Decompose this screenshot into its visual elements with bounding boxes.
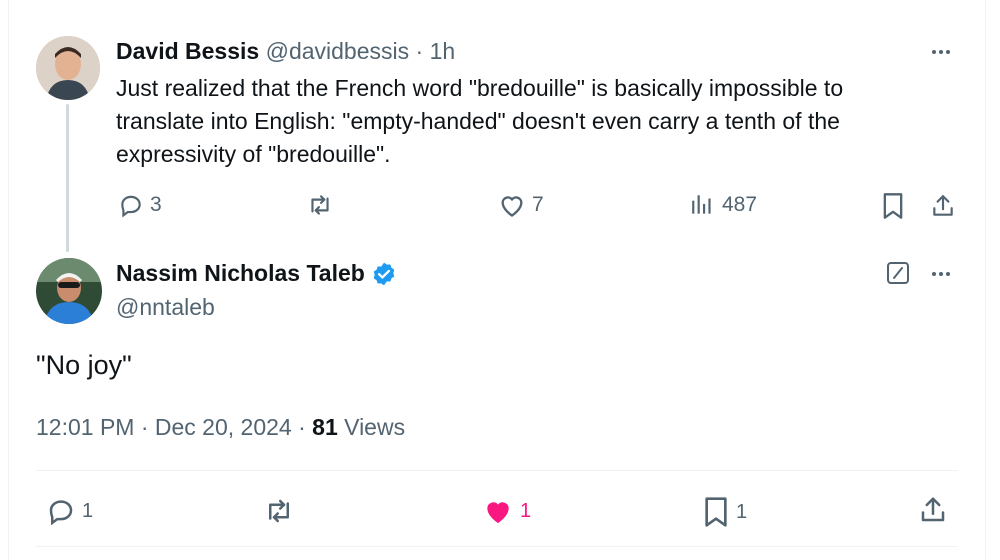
views-icon	[692, 195, 711, 214]
views-count: 487	[722, 193, 758, 216]
divider	[36, 546, 958, 547]
author-name[interactable]: David Bessis	[116, 38, 259, 64]
divider	[36, 470, 958, 471]
views-count: 81	[312, 414, 338, 440]
avatar-nntaleb[interactable]	[36, 258, 102, 324]
bookmark-count: 1	[736, 500, 748, 523]
author-name[interactable]: Nassim Nicholas Taleb	[116, 260, 365, 287]
reply-count: 1	[82, 499, 94, 522]
thread-connector-line	[66, 104, 69, 252]
like-button[interactable]: 1	[482, 496, 531, 526]
repost-button[interactable]	[262, 496, 302, 526]
bookmark-icon	[705, 497, 727, 527]
like-icon	[501, 196, 523, 217]
more-icon[interactable]	[932, 264, 950, 284]
share-button[interactable]	[918, 494, 948, 526]
bookmark-button[interactable]: 1	[702, 496, 747, 528]
like-count: 7	[532, 193, 544, 216]
share-icon	[921, 497, 945, 522]
tweet-time[interactable]: 1h	[430, 38, 456, 64]
repost-icon	[269, 499, 289, 523]
views-button[interactable]: 487	[690, 192, 757, 218]
reply-icon	[49, 500, 73, 526]
header-separator: ·	[415, 38, 424, 64]
more-icon[interactable]	[932, 42, 950, 62]
tweet-text-line: Just realized that the French word "bred…	[116, 75, 844, 101]
reply-button[interactable]: 3	[118, 192, 162, 218]
repost-button[interactable]	[306, 192, 340, 218]
reply-tweet-text: "No joy"	[36, 350, 132, 380]
tweet-text-line: expressivity of "bredouille".	[116, 141, 391, 167]
reply-count: 3	[150, 193, 162, 216]
bookmark-icon	[883, 193, 903, 219]
parent-tweet-header: David Bessis @davidbessis · 1h	[116, 38, 455, 65]
edit-icon[interactable]	[887, 262, 909, 284]
like-button[interactable]: 7	[498, 192, 544, 218]
author-handle[interactable]: @nntaleb	[116, 294, 215, 321]
like-icon	[487, 502, 509, 523]
share-button[interactable]	[930, 192, 956, 220]
tweet-text-line: translate into English: "empty-handed" d…	[116, 108, 840, 134]
bookmark-button[interactable]	[881, 192, 905, 220]
parent-tweet-text: Just realized that the French word "bred…	[116, 72, 956, 171]
like-count: 1	[520, 499, 532, 522]
reply-icon	[121, 195, 141, 218]
verified-badge-icon[interactable]	[371, 261, 397, 287]
repost-icon	[311, 195, 329, 215]
avatar-david-bessis[interactable]	[36, 36, 100, 100]
views-label: Views	[337, 414, 406, 440]
share-icon	[933, 195, 953, 216]
tweet-timestamp[interactable]: 12:01 PM · Dec 20, 2024 ·	[36, 414, 312, 440]
author-handle[interactable]: @davidbessis	[266, 38, 410, 64]
reply-button[interactable]: 1	[46, 496, 93, 526]
reply-tweet-header: Nassim Nicholas Taleb	[116, 260, 397, 287]
tweet-metadata: 12:01 PM · Dec 20, 2024 · 81 Views	[36, 414, 405, 441]
